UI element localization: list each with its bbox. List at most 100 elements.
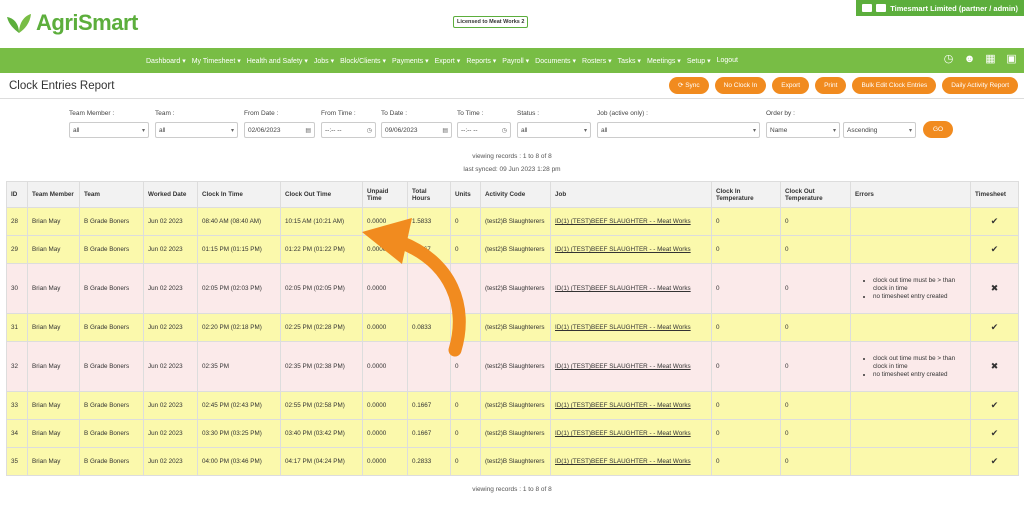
cell-job[interactable]: ID(1) (TEST)BEEF SLAUGHTER - - Meat Work… — [550, 419, 712, 448]
check-icon: ✔ — [970, 391, 1019, 420]
job-select[interactable]: all ▾ — [597, 122, 760, 138]
leaf-icon — [7, 14, 31, 33]
cell-job[interactable]: ID(1) (TEST)BEEF SLAUGHTER - - Meat Work… — [550, 341, 712, 392]
cell-member: Brian May — [27, 391, 80, 420]
column-header[interactable]: Total Hours — [407, 181, 451, 208]
print-button[interactable]: Print — [815, 77, 847, 94]
nav-item[interactable]: Payments ▾ — [392, 57, 429, 65]
card-icon[interactable] — [876, 4, 887, 12]
agrismart-logo[interactable]: AgriSmart — [6, 10, 138, 36]
table-row[interactable]: 34 Brian May B Grade Boners Jun 02 2023 03:3… — [6, 419, 1019, 448]
cell-tin: 0 — [711, 391, 781, 420]
cell-code: (test2)B Slaughterers — [480, 207, 551, 236]
cell-member: Brian May — [27, 207, 80, 236]
nav-item[interactable]: Rosters ▾ — [582, 57, 612, 65]
cell-total: 0.1667 — [407, 419, 451, 448]
column-header[interactable]: Unpaid Time — [362, 181, 408, 208]
order-by-select[interactable]: Name ▾ — [766, 122, 840, 138]
column-header[interactable]: Clock Out Time — [280, 181, 363, 208]
errors-cell — [850, 447, 971, 476]
cell-job[interactable]: ID(1) (TEST)BEEF SLAUGHTER - - Meat Work… — [550, 391, 712, 420]
cell-job[interactable]: ID(1) (TEST)BEEF SLAUGHTER - - Meat Work… — [550, 447, 712, 476]
calendar-icon: ▤ — [442, 127, 448, 134]
column-header[interactable]: ID — [6, 181, 28, 208]
no-clock-in-button[interactable]: No Clock In — [714, 77, 767, 94]
to-time-input[interactable]: --:-- -- ◷ — [457, 122, 511, 138]
cell-out: 02:35 PM (02:38 PM) — [280, 341, 363, 392]
go-button[interactable]: GO — [923, 121, 953, 138]
nav-item[interactable]: Dashboard ▾ — [146, 57, 186, 65]
column-header[interactable]: Worked Date — [143, 181, 198, 208]
nav-item[interactable]: Jobs ▾ — [314, 57, 334, 65]
nav-item[interactable]: Setup ▾ — [687, 57, 711, 65]
cell-team: B Grade Boners — [79, 263, 144, 314]
nav-item[interactable]: Reports ▾ — [466, 57, 496, 65]
cell-total: 0.2833 — [407, 447, 451, 476]
table-row[interactable]: 33 Brian May B Grade Boners Jun 02 2023 02:4… — [6, 391, 1019, 420]
daily-activity-report-button[interactable]: Daily Activity Report — [942, 77, 1018, 94]
check-icon: ✔ — [970, 447, 1019, 476]
cell-job[interactable]: ID(1) (TEST)BEEF SLAUGHTER - - Meat Work… — [550, 207, 712, 236]
records-count-bottom: viewing records : 1 to 8 of 8 — [472, 486, 552, 493]
cell-out: 10:15 AM (10:21 AM) — [280, 207, 363, 236]
table-row[interactable]: 30 Brian May B Grade Boners Jun 02 2023 02:0… — [6, 263, 1019, 314]
column-header[interactable]: Clock In Time — [197, 181, 281, 208]
mail-icon[interactable] — [862, 4, 873, 12]
column-header[interactable]: Errors — [850, 181, 971, 208]
cell-date: Jun 02 2023 — [143, 419, 198, 448]
account-label[interactable]: Timesmart Limited (partner / admin) — [890, 4, 1018, 13]
column-header[interactable]: Team — [79, 181, 144, 208]
team-icon[interactable]: ☻ — [963, 53, 976, 66]
nav-item[interactable]: Meetings ▾ — [647, 57, 681, 65]
status-select[interactable]: all ▾ — [517, 122, 591, 138]
column-header[interactable]: Timesheet — [970, 181, 1019, 208]
cell-team: B Grade Boners — [79, 419, 144, 448]
nav-item[interactable]: Tasks ▾ — [618, 57, 641, 65]
cell-member: Brian May — [27, 263, 80, 314]
cell-job[interactable]: ID(1) (TEST)BEEF SLAUGHTER - - Meat Work… — [550, 313, 712, 342]
order-direction-select[interactable]: Ascending ▾ — [843, 122, 916, 138]
table-row[interactable]: 32 Brian May B Grade Boners Jun 02 2023 02:3… — [6, 341, 1019, 392]
bulk-edit-button[interactable]: Bulk Edit Clock Entries — [852, 77, 937, 94]
clock-icon[interactable]: ◷ — [942, 53, 955, 66]
nav-item[interactable]: Health and Safety ▾ — [247, 57, 308, 65]
table-row[interactable]: 28 Brian May B Grade Boners Jun 02 2023 08:4… — [6, 207, 1019, 236]
nav-menu: Dashboard ▾ My Timesheet ▾ Health and Safe… — [146, 48, 738, 73]
cell-tin: 0 — [711, 313, 781, 342]
job-label: Job (active only) : — [597, 110, 648, 117]
column-header[interactable]: Activity Code — [480, 181, 551, 208]
table-row[interactable]: 35 Brian May B Grade Boners Jun 02 2023 04:0… — [6, 447, 1019, 476]
cell-id: 33 — [6, 391, 28, 420]
sync-button[interactable]: ⟳ Sync — [668, 77, 709, 94]
column-header[interactable]: Clock Out Temperature — [780, 181, 851, 208]
nav-item[interactable]: Logout — [717, 57, 738, 64]
cell-code: (test2)B Slaughterers — [480, 419, 551, 448]
order-by-value: Name — [770, 126, 788, 134]
cell-unpaid: 0.0000 — [362, 341, 408, 392]
nav-item[interactable]: Documents ▾ — [535, 57, 576, 65]
nav-item[interactable]: Payroll ▾ — [502, 57, 529, 65]
cell-job[interactable]: ID(1) (TEST)BEEF SLAUGHTER - - Meat Work… — [550, 235, 712, 264]
column-header[interactable]: Units — [450, 181, 481, 208]
cell-code: (test2)B Slaughterers — [480, 313, 551, 342]
from-time-input[interactable]: --:-- -- ◷ — [321, 122, 376, 138]
nav-item[interactable]: My Timesheet ▾ — [192, 57, 241, 65]
export-button[interactable]: Export — [772, 77, 810, 94]
sync-label: Sync — [685, 82, 700, 89]
from-date-input[interactable]: 02/06/2023 ▤ — [244, 122, 315, 138]
table-row[interactable]: 29 Brian May B Grade Boners Jun 02 2023 01:1… — [6, 235, 1019, 264]
qr-icon[interactable]: ▦ — [984, 53, 997, 66]
column-header[interactable]: Clock In Temperature — [711, 181, 781, 208]
table-row[interactable]: 31 Brian May B Grade Boners Jun 02 2023 02:2… — [6, 313, 1019, 342]
nav-item[interactable]: Export ▾ — [435, 57, 461, 65]
nav-item[interactable]: Block/Clients ▾ — [340, 57, 386, 65]
grid-icon[interactable]: ▣ — [1005, 53, 1018, 66]
column-header[interactable]: Team Member — [27, 181, 80, 208]
team-select[interactable]: all ▾ — [155, 122, 238, 138]
errors-cell — [850, 207, 971, 236]
account-menu[interactable]: Timesmart Limited (partner / admin) — [856, 0, 1024, 16]
team-member-select[interactable]: all ▾ — [69, 122, 149, 138]
to-date-input[interactable]: 09/06/2023 ▤ — [381, 122, 452, 138]
cell-job[interactable]: ID(1) (TEST)BEEF SLAUGHTER - - Meat Work… — [550, 263, 712, 314]
column-header[interactable]: Job — [550, 181, 712, 208]
